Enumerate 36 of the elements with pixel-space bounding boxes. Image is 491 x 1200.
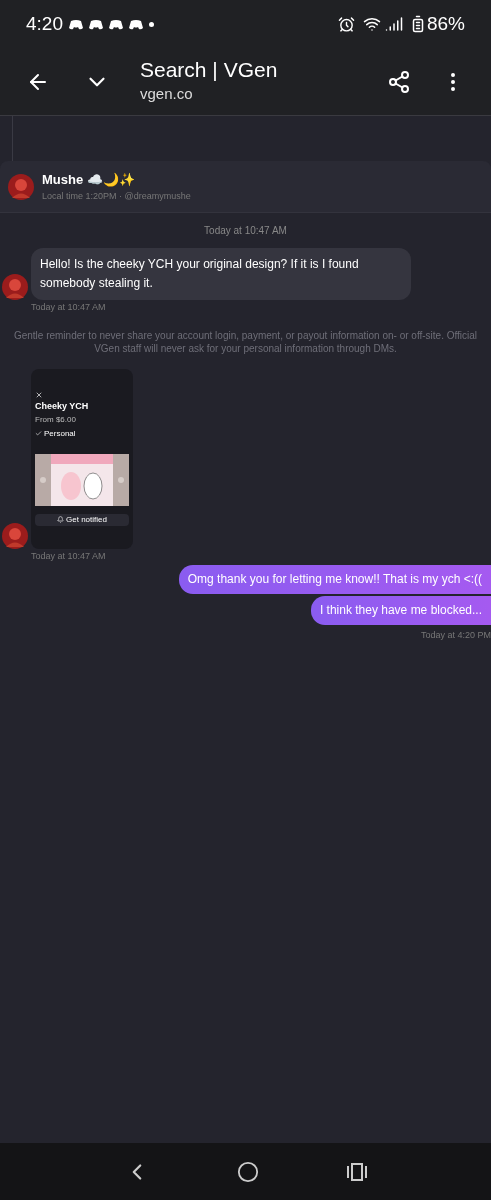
- page-title: Search | VGen: [140, 57, 278, 84]
- home-icon[interactable]: [236, 1160, 259, 1183]
- safety-notice: Gentle reminder to never share your account login, payment, or payout information on- or off-site. Official VGen staff will never ask for your personal information through DMs.: [12, 328, 479, 355]
- contact-name: Mushe ☁🌙✨: [42, 171, 136, 189]
- game-controller-icon: [109, 18, 123, 30]
- close-icon: [35, 390, 43, 399]
- message-bubble: Hello! Is the cheeky YCH your original design? If it is I found somebody stealing it.: [31, 248, 411, 300]
- avatar: [8, 173, 34, 200]
- avatar: [2, 274, 28, 300]
- signal-icon: [384, 15, 403, 33]
- avatar: [2, 522, 28, 549]
- wifi-icon: [362, 15, 381, 33]
- recents-icon[interactable]: [345, 1162, 368, 1181]
- price-text: From $6.00: [35, 413, 77, 426]
- message-time: Today at 10:47 AM: [31, 301, 107, 314]
- battery-text: 86%: [426, 11, 465, 36]
- product-title: Cheeky YCH: [35, 400, 90, 412]
- share-icon[interactable]: [387, 69, 411, 94]
- notify-button: Get notified: [35, 513, 129, 526]
- game-controller-icon: [129, 18, 143, 30]
- alarm-icon: [337, 15, 355, 33]
- clock-text: 4:20: [26, 11, 63, 36]
- message-time: Today at 4:20 PM: [420, 629, 491, 642]
- bell-icon: [57, 516, 65, 524]
- date-divider: Today at 10:47 AM: [204, 224, 287, 238]
- dot-icon: [149, 21, 154, 27]
- option-label: Personal: [44, 427, 76, 440]
- screenshot-image[interactable]: Cheeky YCH From $6.00 Personal Get notified: [31, 368, 133, 549]
- check-icon: [35, 430, 42, 438]
- game-controller-icon: [69, 18, 83, 30]
- game-controller-icon: [89, 18, 103, 30]
- message-bubble: I think they have me blocked...: [310, 596, 491, 625]
- message-bubble: Omg thank you for letting me know!! That is my ych <:((: [178, 565, 491, 594]
- contact-subtitle: Local time 1:20PM · @dreamymushe: [42, 189, 191, 203]
- message-time: Today at 10:47 AM: [31, 549, 107, 563]
- url-text: vgen.co: [140, 84, 194, 105]
